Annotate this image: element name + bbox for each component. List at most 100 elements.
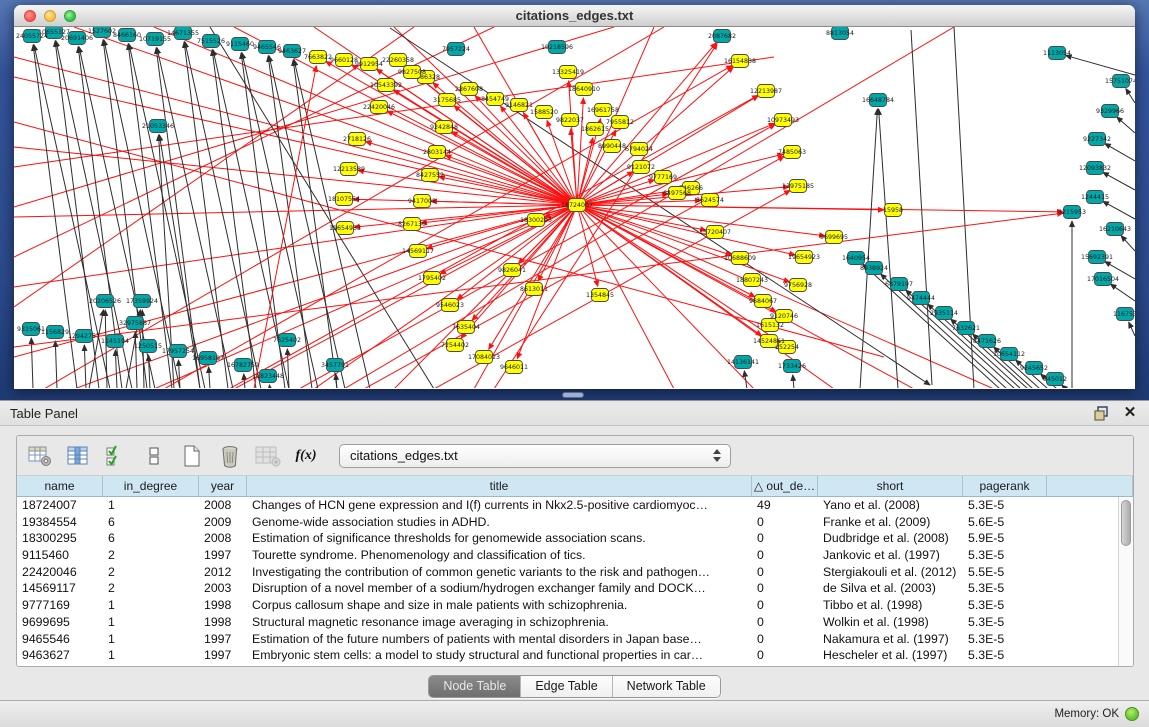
split-pane-grip[interactable] bbox=[562, 392, 584, 398]
graph-node[interactable]: 1862615 bbox=[581, 123, 609, 136]
import-table-icon[interactable] bbox=[255, 444, 281, 468]
table-scrollbar[interactable] bbox=[1118, 497, 1133, 666]
graph-node[interactable]: 18640910 bbox=[568, 83, 600, 96]
graph-node[interactable]: 3175685 bbox=[433, 94, 461, 107]
graph-node[interactable]: 9912954 bbox=[355, 58, 383, 71]
graph-node[interactable]: 16210643 bbox=[1099, 223, 1131, 236]
graph-node[interactable]: 8471626 bbox=[973, 335, 1001, 348]
graph-node[interactable]: 21053346 bbox=[142, 120, 174, 133]
graph-node[interactable]: 15720407 bbox=[699, 226, 731, 239]
table-row[interactable]: 969969511998Structural magnetic resonanc… bbox=[17, 614, 1133, 631]
row-height-icon[interactable] bbox=[141, 444, 167, 468]
graph-node[interactable]: 19654923 bbox=[788, 251, 820, 264]
graph-node[interactable]: 2718126 bbox=[343, 133, 371, 146]
graph-node[interactable]: 14671355 bbox=[167, 27, 199, 40]
graph-node[interactable]: 8427552 bbox=[416, 169, 444, 182]
graph-node[interactable]: 9417008 bbox=[408, 195, 436, 208]
graph-node[interactable]: 1588520 bbox=[530, 106, 558, 119]
table-header-cell-short[interactable]: short bbox=[818, 476, 963, 496]
table-row[interactable]: 1456911722003Disruption of a novel membe… bbox=[17, 580, 1133, 597]
graph-node[interactable]: 12093832 bbox=[1079, 162, 1111, 175]
graph-node[interactable]: 8613011 bbox=[520, 283, 548, 296]
graph-node[interactable]: 17359924 bbox=[126, 295, 158, 308]
graph-node[interactable]: 3624574 bbox=[696, 194, 724, 207]
graph-node[interactable]: 1733426 bbox=[778, 360, 806, 373]
graph-node[interactable]: 15692391 bbox=[1081, 251, 1113, 264]
show-columns-icon[interactable] bbox=[65, 444, 91, 468]
graph-node[interactable]: 9242848 bbox=[430, 121, 458, 134]
graph-node[interactable]: 116753 bbox=[1113, 308, 1135, 321]
graph-node[interactable]: 1244415 bbox=[1081, 191, 1109, 204]
table-row[interactable]: 1938455462009Genome-wide association stu… bbox=[17, 514, 1133, 531]
network-window-titlebar[interactable]: citations_edges.txt bbox=[14, 5, 1135, 27]
graph-node[interactable]: 17084023 bbox=[468, 351, 500, 364]
graph-node[interactable]: 10654112 bbox=[993, 348, 1025, 361]
graph-node[interactable]: 1250515 bbox=[134, 340, 162, 353]
graph-node[interactable]: 9474444 bbox=[907, 292, 935, 305]
table-row[interactable]: 977716911998Corpus callosum shape and si… bbox=[17, 597, 1133, 614]
graph-node[interactable]: 1113054 bbox=[1043, 47, 1071, 60]
graph-node[interactable]: 20206526 bbox=[89, 295, 121, 308]
graph-node[interactable]: 12213589 bbox=[333, 163, 365, 176]
table-row[interactable]: 1830029562008Estimation of significance … bbox=[17, 530, 1133, 547]
graph-node[interactable]: 7485063 bbox=[778, 146, 806, 159]
table-row[interactable]: 911546021997Tourette syndrome. Phenomeno… bbox=[17, 547, 1133, 564]
graph-node[interactable]: 2803144 bbox=[423, 146, 451, 159]
graph-node[interactable]: 15751074 bbox=[1105, 75, 1135, 88]
graph-node[interactable]: 8466160 bbox=[113, 29, 141, 42]
graph-node[interactable]: 945012 bbox=[1043, 373, 1067, 386]
graph-node[interactable]: 9756928 bbox=[784, 279, 812, 292]
graph-node[interactable]: 18107554 bbox=[328, 193, 360, 206]
graph-node[interactable]: 10688609 bbox=[724, 252, 756, 265]
graph-node[interactable]: 9227342 bbox=[1083, 133, 1111, 146]
function-builder-icon[interactable]: f(x) bbox=[293, 444, 319, 468]
graph-node[interactable]: 16648784 bbox=[862, 94, 894, 107]
table-header-cell-out_degree[interactable]: △ out_de… bbox=[752, 476, 818, 496]
table-row[interactable]: 946554611997Estimation of the future num… bbox=[17, 631, 1133, 648]
graph-node[interactable]: 15958 bbox=[883, 204, 903, 217]
table-options-icon[interactable] bbox=[27, 444, 53, 468]
graph-node[interactable]: 8267130 bbox=[398, 218, 426, 231]
graph-node[interactable]: 9115460 bbox=[226, 38, 254, 51]
graph-node[interactable]: 22420046 bbox=[363, 101, 395, 114]
graph-node[interactable]: 9646011 bbox=[500, 361, 528, 374]
graph-node[interactable]: 22260358 bbox=[382, 54, 414, 67]
graph-node[interactable]: 7957224 bbox=[442, 43, 470, 56]
graph-node[interactable]: 9465546 bbox=[253, 41, 281, 54]
graph-node[interactable]: 7955812 bbox=[606, 116, 634, 129]
table-selector-dropdown[interactable]: citations_edges.txt bbox=[339, 444, 731, 468]
close-panel-icon[interactable]: ✕ bbox=[1121, 405, 1139, 421]
graph-node[interactable]: 1145194 bbox=[101, 335, 129, 348]
table-row[interactable]: 946362711997Embryonic stem cells: a mode… bbox=[17, 647, 1133, 664]
table-row[interactable]: 2242004622012Investigating the contribut… bbox=[17, 564, 1133, 581]
graph-node[interactable]: 9329966 bbox=[1096, 105, 1124, 118]
graph-node[interactable]: 13975185 bbox=[782, 180, 814, 193]
select-columns-icon[interactable] bbox=[103, 444, 129, 468]
graph-node[interactable]: 7663822 bbox=[304, 51, 332, 64]
graph-node[interactable]: 9660128 bbox=[330, 54, 358, 67]
graph-node[interactable]: 9245652 bbox=[1020, 362, 1048, 375]
graph-node[interactable]: 9463627 bbox=[278, 45, 306, 58]
table-header-cell-pagerank[interactable]: pagerank bbox=[963, 476, 1047, 496]
float-panel-icon[interactable] bbox=[1093, 405, 1111, 421]
tab-edge-table[interactable]: Edge Table bbox=[521, 676, 612, 697]
graph-node[interactable]: 12942757 bbox=[68, 330, 100, 343]
graph-node[interactable]: 14569117 bbox=[402, 245, 434, 258]
graph-node[interactable]: 2867608 bbox=[455, 83, 483, 96]
graph-node[interactable]: 9121072 bbox=[627, 161, 655, 174]
graph-node[interactable]: 18807243 bbox=[736, 274, 768, 287]
table-header-cell-year[interactable]: year bbox=[199, 476, 247, 496]
graph-node[interactable]: 16961758 bbox=[587, 104, 619, 117]
table-row[interactable]: 1872400712008Changes of HCN gene express… bbox=[17, 497, 1133, 514]
table-header-cell-name[interactable]: name bbox=[17, 476, 103, 496]
graph-node[interactable]: 19218596 bbox=[541, 41, 573, 54]
graph-node[interactable]: 3457791 bbox=[321, 359, 349, 372]
graph-node[interactable]: 8990448 bbox=[598, 140, 626, 153]
delete-columns-icon[interactable] bbox=[217, 444, 243, 468]
graph-node[interactable]: 17016504 bbox=[1087, 273, 1119, 286]
table-header-cell-title[interactable]: title bbox=[247, 476, 752, 496]
graph-node[interactable]: 16782759 bbox=[227, 359, 259, 372]
graph-node[interactable]: 1156829 bbox=[41, 326, 69, 339]
graph-node[interactable]: 16154838 bbox=[724, 55, 756, 68]
graph-node[interactable]: 7254402 bbox=[441, 339, 469, 352]
